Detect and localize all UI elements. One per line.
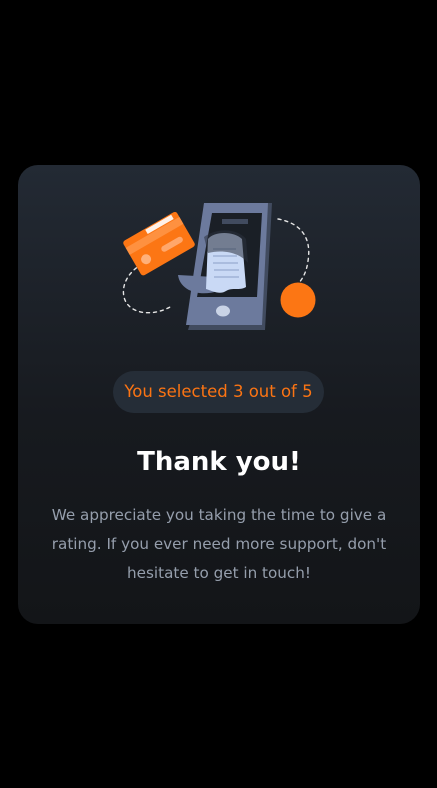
phone-home-button — [216, 305, 230, 317]
phone-speaker — [222, 219, 248, 224]
page-title: Thank you! — [137, 447, 301, 477]
credit-card — [123, 211, 195, 276]
thank-you-message: We appreciate you taking the time to giv… — [51, 506, 387, 582]
selected-rating-badge: You selected 3 out of 5 — [113, 371, 324, 413]
orange-dot — [280, 282, 316, 318]
phone-receipt-illustration — [122, 199, 322, 334]
dashed-orbit-right — [277, 218, 310, 290]
thank-you-card: You selected 3 out of 5 Thank you! We ap… — [18, 165, 420, 624]
